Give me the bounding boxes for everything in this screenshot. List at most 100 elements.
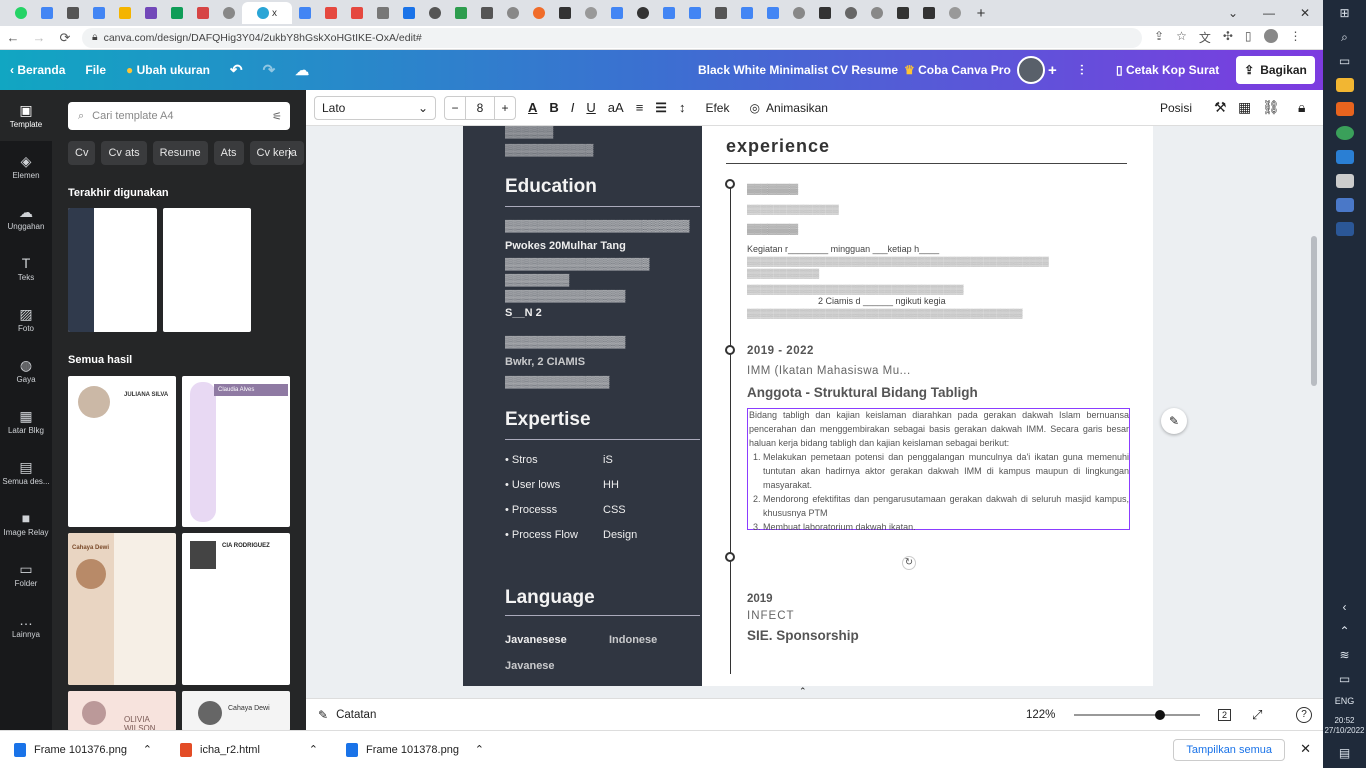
edu-line-1[interactable]: Pwokes 20Mulhar Tang [505,240,626,252]
language-1[interactable]: Javanesese [505,634,567,646]
rail-item-folder[interactable]: ▭ Folder [0,549,52,600]
tab-i[interactable] [760,2,786,24]
tab-app[interactable] [60,2,86,24]
chevron-up-icon[interactable]: ⌃ [475,743,484,756]
organization-2[interactable]: INFECT [747,610,795,622]
download-item[interactable]: Frame 101376.png ⌃ [0,742,166,757]
tab-docs-2[interactable] [86,2,112,24]
animate-icon[interactable]: ◎ [749,101,759,115]
chevron-up-icon[interactable]: ⌃ [309,743,318,756]
windows-icon[interactable]: ⊞ [1336,6,1354,20]
language-heading[interactable]: Language [505,587,595,609]
avatar[interactable] [1017,56,1045,84]
lock-icon[interactable]: 🔒︎ [1298,99,1305,116]
template-thumb-6[interactable]: Cahaya Dewi [182,691,290,730]
clock[interactable]: 20:52 27/10/2022 [1324,716,1364,736]
list-icon[interactable]: ☰ [655,100,667,116]
cloud-save-icon[interactable]: ☁ [285,62,319,79]
office-icon[interactable] [1335,102,1354,116]
tab-cv[interactable] [344,2,370,24]
font-size-value[interactable]: 8 [465,96,495,119]
share-button[interactable]: ⇪ Bagikan [1236,56,1315,84]
tab-7[interactable] [526,2,552,24]
font-dropdown[interactable]: Lato ⌄ [314,95,436,120]
avatar[interactable] [1263,29,1278,43]
underline-button[interactable]: U [586,100,595,115]
download-item[interactable]: icha_r2.html ⌃ [166,742,332,757]
add-member-button[interactable]: + [1048,62,1057,79]
blurred-line-2[interactable]: 2 Ciamis d ______ ngikuti kegia [818,296,946,306]
period-2[interactable]: 2019 [747,593,773,605]
organization[interactable]: IMM (Ikatan Mahasiswa Mu... [747,365,911,377]
tab-v[interactable] [422,2,448,24]
rail-item-more[interactable]: … Lainnya [0,600,52,651]
resize-button[interactable]: ● Ubah ukuran [116,63,220,77]
chevron-up-icon[interactable]: ⌃ [799,687,807,696]
paint-format-icon[interactable]: ⚒ [1214,99,1227,116]
zoom-value[interactable]: 122% [1026,709,1055,721]
redo-button[interactable]: ↷ [253,61,286,79]
show-all-button[interactable]: Tampilkan semua [1173,739,1285,761]
sidepanel-icon[interactable]: ▯ [1245,29,1252,46]
home-button[interactable]: ‹ Beranda [0,63,75,77]
rail-item-all-designs[interactable]: ▤ Semua des... [0,447,52,498]
skill-item[interactable]: HH [603,479,619,491]
chip[interactable]: Cv [68,141,96,165]
rail-item-elements[interactable]: ◈ Elemen [0,141,52,192]
role[interactable]: Anggota - Struktural Bidang Tabligh [747,385,978,400]
rail-item-photo[interactable]: ▨ Foto [0,294,52,345]
case-button[interactable]: aA [608,100,624,115]
try-pro-button[interactable]: ♛ Coba Canva Pro [904,63,1011,77]
tab-o[interactable] [916,2,942,24]
vertical-scrollbar[interactable] [1311,236,1317,386]
wifi-icon[interactable]: ≋ [1336,648,1354,662]
back-button[interactable]: ← [0,30,26,45]
zoom-slider[interactable] [1074,710,1200,720]
rail-item-text[interactable]: T Teks [0,243,52,294]
tab-c7[interactable] [604,2,630,24]
tab-gear[interactable] [216,2,242,24]
close-icon[interactable]: x [272,8,277,19]
undo-button[interactable]: ↶ [220,61,253,79]
reload-button[interactable]: ⟳ [52,30,78,46]
expertise-heading[interactable]: Expertise [505,409,591,431]
description-text[interactable]: Bidang tabligh dan kajian keislaman diar… [749,408,1129,534]
experience-heading[interactable]: experience [726,136,830,157]
share-icon[interactable]: ⇪ [1154,29,1164,46]
animate-button[interactable]: Animasikan [766,101,828,115]
zoom-slider-knob[interactable] [1154,710,1165,720]
word-icon[interactable] [1335,222,1354,236]
blurred-line-1[interactable]: Kegiatan r________ mingguan ___ketiap h_… [747,244,939,254]
tab-c6[interactable] [578,2,604,24]
help-icon[interactable]: ? [1296,706,1312,723]
chevron-up-icon[interactable]: ⌃ [143,743,152,756]
taskview-icon[interactable]: ▭ [1336,54,1354,68]
extensions-icon[interactable]: ✣ [1223,29,1233,46]
search-icon[interactable]: ⌕ [1336,30,1354,44]
tab-k[interactable] [812,2,838,24]
file-menu[interactable]: File [75,63,116,77]
tab-y[interactable] [292,2,318,24]
search-input[interactable]: Cari template A4 [92,110,173,122]
tab-e[interactable] [656,2,682,24]
tab-c3[interactable] [448,2,474,24]
tab-c4[interactable] [474,2,500,24]
tab-forms[interactable] [138,2,164,24]
link-icon[interactable]: ⛓ [1262,99,1280,116]
tab-f[interactable] [682,2,708,24]
forward-button[interactable]: → [26,30,52,45]
rail-item-styles[interactable]: ◍ Gaya [0,345,52,396]
close-icon[interactable]: ✕ [1300,741,1311,757]
doc-title[interactable]: Black White Minimalist CV Resume [698,63,898,77]
app-icon[interactable] [1335,198,1354,212]
print-button[interactable]: ▯ Cetak Kop Surat [1116,63,1219,77]
skill-item[interactable]: CSS [603,504,626,516]
tab-blogger[interactable] [190,2,216,24]
skill-item[interactable]: • User lows [505,479,560,491]
notifications-icon[interactable]: ▤ [1336,746,1354,760]
bold-button[interactable]: B [549,100,558,115]
tab-d[interactable] [630,2,656,24]
decrease-size-button[interactable]: − [445,101,465,115]
menu-icon[interactable]: ⋮ [1290,29,1302,46]
chrome-icon[interactable] [1335,126,1354,140]
